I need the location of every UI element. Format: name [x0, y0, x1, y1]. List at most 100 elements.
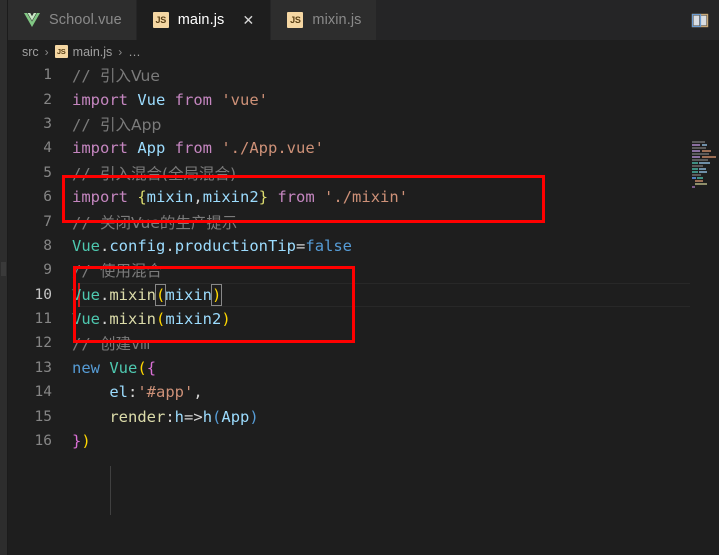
token: config: [109, 236, 166, 255]
line-text[interactable]: Vue.config.productionTip=false: [72, 237, 352, 255]
tab-mixin-js[interactable]: JS mixin.js: [271, 0, 377, 40]
js-icon: JS: [287, 12, 304, 28]
token: (: [154, 283, 167, 306]
token: Vue: [72, 310, 100, 329]
code-line-7[interactable]: 7 // 关闭Vue的生产提示: [0, 209, 690, 233]
line-number: 5: [43, 164, 52, 181]
line-number: 12: [34, 335, 52, 352]
code-line-9[interactable]: 9 // 使用混合: [0, 258, 690, 282]
minimap-row: [692, 159, 708, 161]
code-line-10[interactable]: 10 Vue.mixin(mixin): [0, 282, 690, 307]
token: =: [296, 236, 306, 255]
code-line-8[interactable]: 8 Vue.config.productionTip=false: [0, 234, 690, 258]
token: el: [109, 383, 128, 402]
line-text[interactable]: }): [72, 432, 91, 450]
token: mixin: [109, 285, 157, 304]
token: //: [72, 115, 100, 134]
activity-bar-handle[interactable]: [1, 262, 6, 276]
line-text[interactable]: Vue.mixin(mixin): [72, 283, 223, 306]
token: ): [81, 432, 91, 451]
token: h: [202, 407, 213, 426]
token: './mixin': [324, 188, 409, 207]
split-editor-icon[interactable]: [691, 12, 709, 29]
code-line-11[interactable]: 11 Vue.mixin(mixin2): [0, 307, 690, 331]
minimap-row: [692, 165, 703, 167]
breadcrumb-item-symbols[interactable]: …: [128, 45, 141, 59]
line-text[interactable]: import App from './App.vue': [72, 139, 324, 157]
code-line-12[interactable]: 12 // 创建vm: [0, 331, 690, 355]
code-line-14[interactable]: 14 el:'#app',: [0, 380, 690, 404]
code-line-1[interactable]: 1 // 引入Vue: [0, 63, 690, 87]
line-number: 2: [43, 91, 52, 108]
code-editor[interactable]: 1 // 引入Vue 2 import Vue from 'vue' 3 // 引入App…: [0, 63, 719, 555]
minimap-row: [692, 144, 700, 146]
minimap[interactable]: [690, 63, 719, 555]
token: Vue: [137, 90, 166, 109]
token: from: [277, 188, 315, 207]
tab-main-js[interactable]: JS main.js ✕: [136, 0, 272, 40]
token: Vue: [72, 236, 100, 255]
breadcrumb-item-src[interactable]: src: [22, 45, 39, 59]
line-text[interactable]: // 引入混合(全局混合): [72, 162, 236, 184]
breadcrumb-item-main-js[interactable]: JS main.js: [54, 45, 112, 59]
line-text[interactable]: import Vue from 'vue': [72, 91, 268, 109]
code-line-4[interactable]: 4 import App from './App.vue': [0, 136, 690, 160]
editor-tab-bar: School.vue JS main.js ✕ JS mixin.js: [0, 0, 719, 40]
line-text[interactable]: // 引入App: [72, 113, 161, 135]
token: './App.vue': [221, 139, 324, 158]
token: //: [72, 67, 100, 86]
chevron-right-icon: ›: [118, 44, 123, 59]
breadcrumb: src › JS main.js › …: [0, 40, 719, 63]
editor-actions: [685, 0, 719, 40]
token: (: [137, 358, 147, 377]
token: Vue: [109, 358, 138, 377]
token: 引入Vue: [100, 67, 160, 86]
code-line-13[interactable]: 13 new Vue({: [0, 356, 690, 380]
minimap-row: [695, 180, 703, 182]
token: App: [137, 139, 166, 158]
token: //: [72, 335, 100, 354]
minimap-row: [697, 177, 703, 179]
minimap-row: [702, 144, 707, 146]
line-text[interactable]: // 创建vm: [72, 332, 150, 354]
activity-bar: [0, 0, 8, 555]
tab-school-vue[interactable]: School.vue: [8, 0, 137, 40]
code-line-5[interactable]: 5 // 引入混合(全局混合): [0, 161, 690, 185]
vue-icon: [24, 12, 40, 28]
token: import: [72, 90, 138, 109]
token: :: [165, 407, 175, 426]
line-number: 1: [43, 67, 52, 84]
token: 关闭Vue的生产提示: [100, 213, 238, 232]
token: productionTip: [174, 236, 297, 255]
minimap-row: [692, 168, 698, 170]
token: 引入混合(全局混合): [100, 164, 237, 183]
line-number: 16: [34, 433, 52, 450]
token: (: [156, 310, 166, 329]
token: //: [72, 213, 100, 232]
token: ,: [193, 383, 203, 402]
line-text[interactable]: // 使用混合: [72, 259, 162, 281]
line-text[interactable]: // 引入Vue: [72, 64, 160, 86]
line-text[interactable]: // 关闭Vue的生产提示: [72, 211, 237, 233]
chevron-right-icon: ›: [44, 44, 49, 59]
minimap-row: [702, 156, 716, 158]
code-line-2[interactable]: 2 import Vue from 'vue': [0, 87, 690, 111]
line-text[interactable]: el:'#app',: [72, 383, 203, 402]
token: mixin: [109, 310, 157, 329]
line-text[interactable]: Vue.mixin(mixin2): [72, 310, 231, 328]
close-icon[interactable]: ✕: [240, 12, 256, 28]
code-lines[interactable]: 1 // 引入Vue 2 import Vue from 'vue' 3 // 引入App…: [0, 63, 690, 555]
minimap-row: [695, 183, 707, 185]
code-line-15[interactable]: 15 render:h=>h(App): [0, 404, 690, 428]
line-text[interactable]: render:h=>h(App): [72, 407, 258, 426]
code-line-16[interactable]: 16}): [0, 429, 690, 453]
line-text[interactable]: import {mixin,mixin2} from './mixin': [72, 188, 408, 206]
code-line-6[interactable]: 6 import {mixin,mixin2} from './mixin': [0, 185, 690, 209]
indent-guide: [110, 466, 111, 515]
token: 使用混合: [100, 262, 163, 281]
code-line-3[interactable]: 3 // 引入App: [0, 112, 690, 136]
line-text[interactable]: new Vue({: [72, 359, 156, 377]
